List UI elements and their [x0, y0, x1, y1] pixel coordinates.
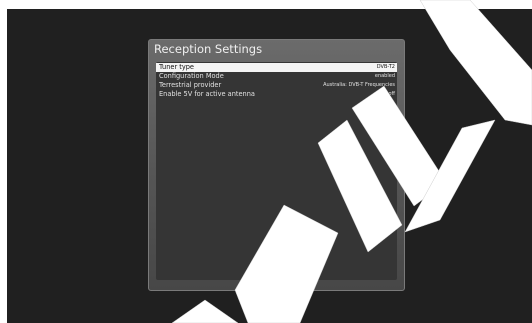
- setting-value: DVB-T2: [376, 64, 395, 70]
- setting-value: Australia: DVB-T Frequencies: [323, 82, 395, 88]
- setting-label: Enable 5V for active antenna: [159, 90, 255, 98]
- setting-label: Terrestrial provider: [159, 81, 222, 89]
- setting-label: Tuner type: [159, 63, 194, 71]
- setting-row-terrestrial-provider[interactable]: Terrestrial provider Australia: DVB-T Fr…: [156, 81, 397, 90]
- setting-value: off: [388, 91, 395, 97]
- setting-row-configuration-mode[interactable]: Configuration Mode enabled: [156, 72, 397, 81]
- setting-row-tuner-type[interactable]: Tuner type DVB-T2: [156, 63, 397, 72]
- tv-screen: Reception Settings Tuner type DVB-T2 Con…: [7, 9, 532, 323]
- reception-settings-dialog: Reception Settings Tuner type DVB-T2 Con…: [148, 39, 405, 291]
- setting-value: enabled: [374, 73, 395, 79]
- setting-row-antenna-power[interactable]: Enable 5V for active antenna off: [156, 90, 397, 99]
- setting-label: Configuration Mode: [159, 72, 224, 80]
- dialog-title: Reception Settings: [154, 42, 263, 56]
